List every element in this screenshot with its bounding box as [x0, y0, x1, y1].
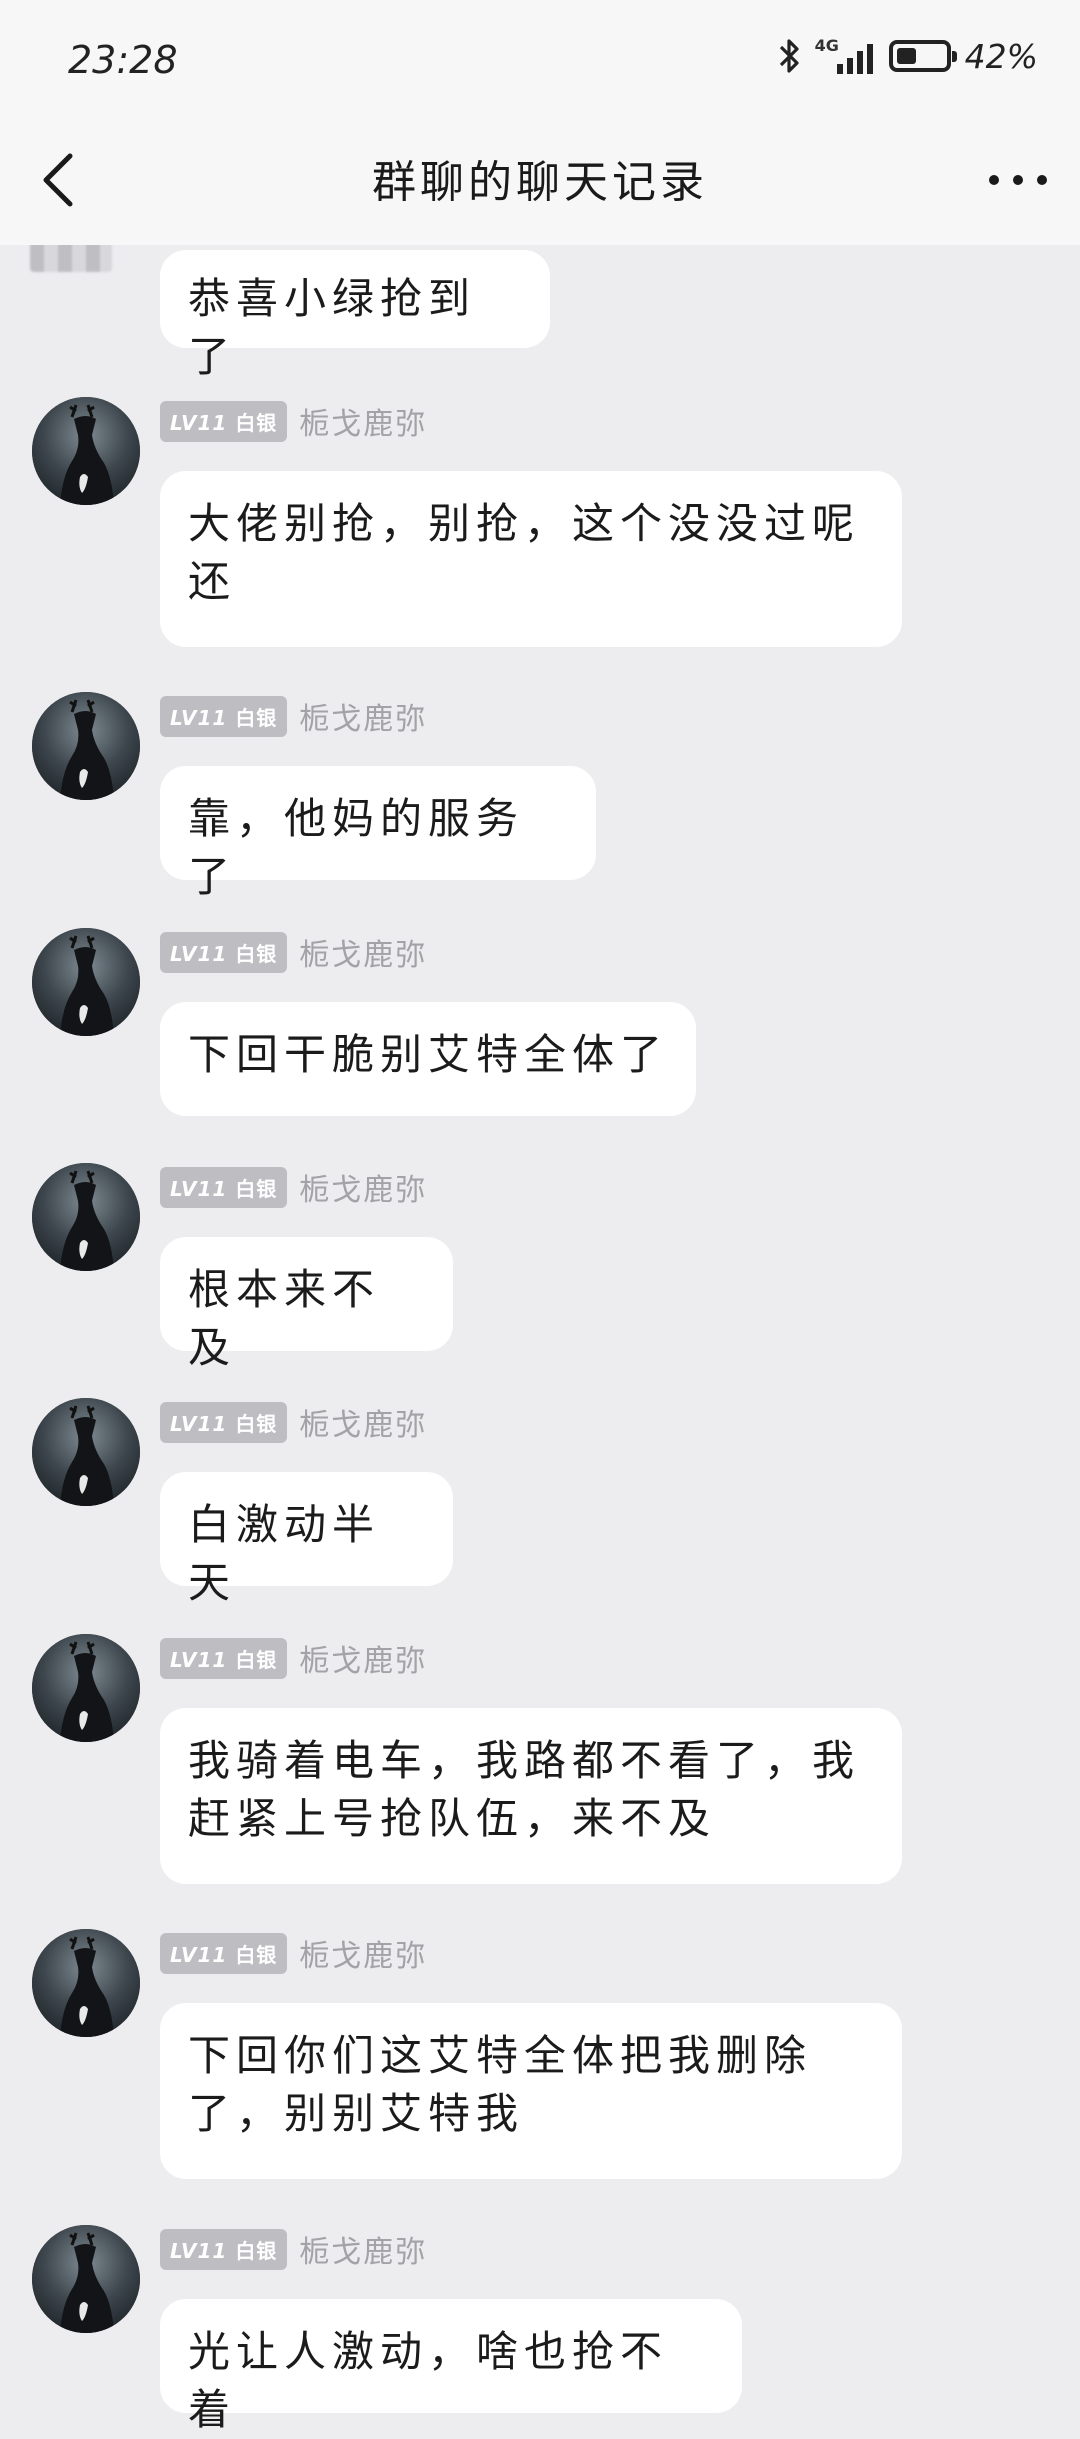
avatar[interactable]	[32, 2225, 140, 2333]
message-text: 靠，他妈的服务了	[188, 794, 525, 901]
more-button[interactable]	[980, 150, 1056, 210]
message-bubble[interactable]: 根本来不及	[160, 1237, 453, 1372]
avatar[interactable]	[32, 1163, 140, 1271]
message-bubble[interactable]: 白激动半天	[160, 1472, 453, 1607]
battery-icon	[888, 40, 957, 72]
level-badge: LV11 白银	[160, 931, 288, 973]
chat-message-list[interactable]: 恭喜小绿抢到了 LV11 白银 栀戈鹿弥 大佬别抢，别抢，这个没没过呢还 LV1…	[0, 0, 1080, 2434]
sender-meta: LV11 白银 栀戈鹿弥	[160, 694, 427, 738]
sender-name[interactable]: 栀戈鹿弥	[299, 1400, 427, 1444]
sender-meta: LV11 白银 栀戈鹿弥	[160, 1636, 427, 1680]
status-icons: 4G 42%	[775, 36, 1038, 76]
avatar[interactable]	[32, 397, 140, 505]
message-text: 下回干脆别艾特全体了	[188, 1030, 669, 1079]
sender-meta: LV11 白银 栀戈鹿弥	[160, 1165, 427, 1209]
avatar[interactable]	[32, 1929, 140, 2037]
message-text: 恭喜小绿抢到了	[188, 274, 477, 381]
message-bubble[interactable]: 下回你们这艾特全体把我删除了，别别艾特我	[160, 2003, 902, 2179]
sender-name[interactable]: 栀戈鹿弥	[299, 1165, 427, 1209]
message-bubble[interactable]: 恭喜小绿抢到了	[160, 250, 550, 381]
level-badge: LV11 白银	[160, 1932, 288, 1974]
level-badge: LV11 白银	[160, 1637, 288, 1679]
more-horizontal-icon	[989, 175, 1047, 185]
status-time: 23:28	[68, 38, 178, 82]
message-bubble[interactable]: 大佬别抢，别抢，这个没没过呢还	[160, 471, 902, 647]
page-title: 群聊的聊天记录	[372, 157, 708, 208]
message-bubble[interactable]: 靠，他妈的服务了	[160, 766, 596, 901]
sender-name[interactable]: 栀戈鹿弥	[299, 399, 427, 443]
message-text: 下回你们这艾特全体把我删除了，别别艾特我	[188, 2031, 813, 2138]
sender-name[interactable]: 栀戈鹿弥	[299, 1931, 427, 1975]
sender-name[interactable]: 栀戈鹿弥	[299, 930, 427, 974]
battery-percent: 42%	[964, 36, 1038, 76]
message-text: 根本来不及	[188, 1265, 381, 1372]
sender-meta: LV11 白银 栀戈鹿弥	[160, 2227, 427, 2271]
message-bubble[interactable]: 我骑着电车，我路都不看了，我赶紧上号抢队伍，来不及	[160, 1708, 902, 1884]
sender-name[interactable]: 栀戈鹿弥	[299, 2227, 427, 2271]
message-text: 白激动半天	[188, 1500, 381, 1607]
avatar[interactable]	[32, 692, 140, 800]
cellular-signal-icon: 4G	[815, 36, 879, 76]
avatar[interactable]	[32, 1634, 140, 1742]
battery-level-fill	[896, 48, 916, 64]
sender-meta: LV11 白银 栀戈鹿弥	[160, 930, 427, 974]
avatar[interactable]	[32, 928, 140, 1036]
level-badge: LV11 白银	[160, 1166, 288, 1208]
sender-name[interactable]: 栀戈鹿弥	[299, 694, 427, 738]
status-bar: 23:28 4G 42%	[0, 0, 1080, 122]
message-bubble[interactable]: 光让人激动，啥也抢不着	[160, 2299, 742, 2434]
nav-bar: 群聊的聊天记录	[0, 122, 1080, 245]
sender-meta: LV11 白银 栀戈鹿弥	[160, 1400, 427, 1444]
bluetooth-icon	[779, 39, 799, 73]
message-text: 光让人激动，啥也抢不着	[188, 2327, 669, 2434]
message-bubble[interactable]: 下回干脆别艾特全体了	[160, 1002, 696, 1116]
sender-meta: LV11 白银 栀戈鹿弥	[160, 1931, 427, 1975]
level-badge: LV11 白银	[160, 1401, 288, 1443]
message-text: 我骑着电车，我路都不看了，我赶紧上号抢队伍，来不及	[188, 1736, 861, 1843]
header: 23:28 4G 42% 群聊的聊天记录	[0, 0, 1080, 245]
level-badge: LV11 白银	[160, 400, 288, 442]
sender-meta: LV11 白银 栀戈鹿弥	[160, 399, 427, 443]
message-text: 大佬别抢，别抢，这个没没过呢还	[188, 499, 861, 606]
level-badge: LV11 白银	[160, 2228, 288, 2270]
level-badge: LV11 白银	[160, 695, 288, 737]
sender-name[interactable]: 栀戈鹿弥	[299, 1636, 427, 1680]
avatar[interactable]	[32, 1398, 140, 1506]
